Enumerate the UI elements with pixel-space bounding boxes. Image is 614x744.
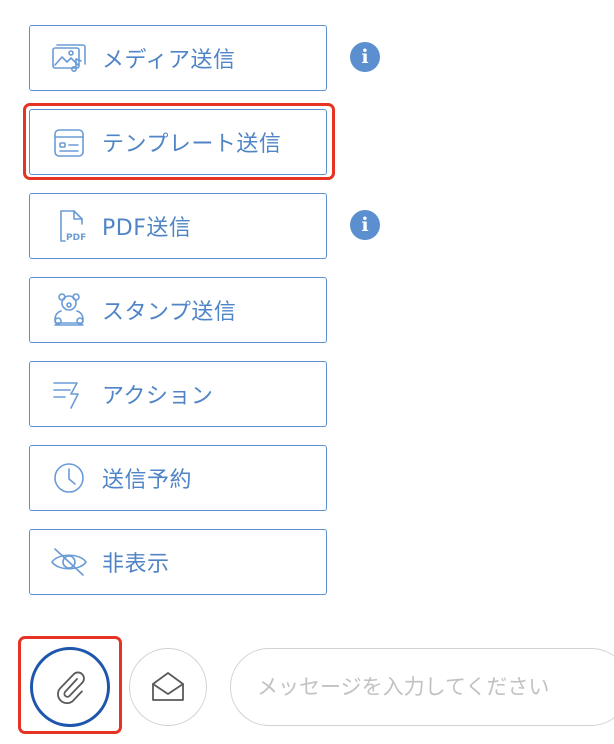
pdf-send-button[interactable]: PDF PDF送信 <box>29 193 327 259</box>
hide-label: 非表示 <box>102 552 170 577</box>
template-open-button[interactable] <box>129 648 207 726</box>
media-icon <box>48 37 90 79</box>
stamp-send-button[interactable]: スタンプ送信 <box>29 277 327 343</box>
stamp-send-label: スタンプ送信 <box>102 300 237 325</box>
message-input[interactable] <box>230 648 614 726</box>
action-button[interactable]: アクション <box>29 361 327 427</box>
bear-stamp-icon <box>48 289 90 331</box>
eye-slash-icon <box>48 541 90 583</box>
pdf-icon: PDF <box>48 205 90 247</box>
paperclip-icon <box>50 667 90 707</box>
media-send-label: メディア送信 <box>102 48 236 73</box>
pdf-info-icon[interactable]: i <box>350 210 380 240</box>
hide-button[interactable]: 非表示 <box>29 529 327 595</box>
pdf-send-label: PDF送信 <box>102 216 192 241</box>
envelope-open-icon <box>148 667 188 707</box>
media-send-button[interactable]: メディア送信 <box>29 25 327 91</box>
media-info-icon[interactable]: i <box>350 42 380 72</box>
attach-button[interactable] <box>30 647 110 727</box>
clock-icon <box>48 457 90 499</box>
schedule-send-label: 送信予約 <box>102 468 193 493</box>
template-icon <box>48 121 90 163</box>
action-label: アクション <box>102 384 214 409</box>
template-send-label: テンプレート送信 <box>102 132 282 157</box>
action-icon <box>48 373 90 415</box>
svg-text:PDF: PDF <box>66 233 86 243</box>
template-send-button[interactable]: テンプレート送信 <box>29 109 327 175</box>
schedule-send-button[interactable]: 送信予約 <box>29 445 327 511</box>
